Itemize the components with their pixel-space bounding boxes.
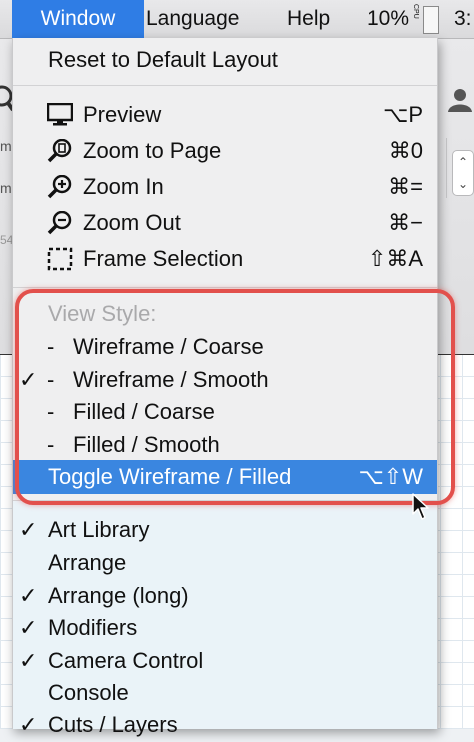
frame-selection-icon <box>47 247 73 271</box>
menu-item-label: Zoom Out <box>83 210 181 235</box>
cpu-label: CPU <box>411 4 419 22</box>
menu-item-art-library[interactable]: ✓ Art Library <box>13 513 437 547</box>
menu-item-frame-selection[interactable]: Frame Selection ⇧⌘A <box>13 242 437 276</box>
menu-item-zoom-in[interactable]: Zoom In ⌘= <box>13 170 437 204</box>
menu-item-label: Filled / Smooth <box>73 432 220 457</box>
menu-item-label: Zoom to Page <box>83 138 222 163</box>
checkmark-icon: ✓ <box>19 367 38 392</box>
menu-item-label: Arrange (long) <box>48 583 189 608</box>
menu-item-arrange-long[interactable]: ✓ Arrange (long) <box>13 579 437 613</box>
menu-item-zoom-to-page[interactable]: Zoom to Page ⌘0 <box>13 134 437 168</box>
shortcut-label: ⇧⌘A <box>367 246 423 271</box>
dash-marker: - <box>47 334 55 359</box>
menu-item-reset-layout[interactable]: Reset to Default Layout <box>13 43 437 77</box>
shortcut-label: ⌥⇧W <box>358 464 423 489</box>
window-menu-dropdown: Reset to Default Layout Preview ⌥P Zoom … <box>12 38 438 737</box>
checkmark-icon: ✓ <box>19 648 38 673</box>
menu-bar: Window Language Help 10% CPU 3: <box>0 0 474 39</box>
menu-separator <box>13 500 437 501</box>
menu-item-label: Filled / Coarse <box>73 399 215 424</box>
menu-item-label: Wireframe / Coarse <box>73 334 264 359</box>
checkmark-icon: ✓ <box>19 712 38 737</box>
dash-marker: - <box>47 399 55 424</box>
toolbar-divider <box>446 138 447 198</box>
checkmark-icon: ✓ <box>19 583 38 608</box>
zoom-page-icon <box>47 139 72 163</box>
menu-item-console[interactable]: Console <box>13 676 437 710</box>
menu-item-filled-smooth[interactable]: - Filled / Smooth <box>13 428 437 462</box>
menu-item-label: Camera Control <box>48 648 204 673</box>
menu-item-label: Toggle Wireframe / Filled <box>48 464 292 489</box>
dash-marker: - <box>47 432 55 457</box>
shortcut-label: ⌘= <box>388 174 423 199</box>
menu-language[interactable]: Language <box>146 0 239 38</box>
section-header-label: View Style: <box>48 301 157 326</box>
menu-item-filled-coarse[interactable]: - Filled / Coarse <box>13 395 437 429</box>
menu-item-modifiers[interactable]: ✓ Modifiers <box>13 611 437 645</box>
menu-item-wireframe-smooth[interactable]: ✓ - Wireframe / Smooth <box>13 363 437 397</box>
menu-item-label: Frame Selection <box>83 246 244 271</box>
cpu-percent: 10% <box>367 7 410 30</box>
menu-item-zoom-out[interactable]: Zoom Out ⌘− <box>13 206 437 240</box>
menu-item-label: Modifiers <box>48 615 138 640</box>
truncated-label: m <box>0 138 12 154</box>
view-style-header: View Style: <box>13 297 437 331</box>
checkmark-icon: ✓ <box>19 615 38 640</box>
zoom-in-icon <box>47 175 72 199</box>
menu-item-wireframe-coarse[interactable]: - Wireframe / Coarse <box>13 330 437 364</box>
mouse-cursor-icon <box>412 493 429 520</box>
user-icon <box>448 89 472 112</box>
dash-marker: - <box>47 367 55 392</box>
zoom-out-icon <box>47 211 72 235</box>
menu-item-label: Arrange <box>48 550 127 575</box>
truncated-label: m <box>0 180 12 196</box>
shortcut-label: ⌥P <box>382 102 423 127</box>
menu-item-label: Wireframe / Smooth <box>73 367 269 392</box>
menu-item-label: Cuts / Layers <box>48 712 178 737</box>
menu-item-label: Console <box>48 680 129 705</box>
menu-item-camera-control[interactable]: ✓ Camera Control <box>13 644 437 678</box>
menu-bar-clock: 3: <box>454 7 472 30</box>
menu-item-preview[interactable]: Preview ⌥P <box>13 98 437 132</box>
menu-item-cuts-layers[interactable]: ✓ Cuts / Layers <box>13 708 437 742</box>
menu-item-toggle-wireframe-filled[interactable]: Toggle Wireframe / Filled ⌥⇧W <box>13 460 437 494</box>
menu-item-label: Preview <box>83 102 162 127</box>
monitor-icon <box>47 103 73 126</box>
shortcut-label: ⌘− <box>388 210 423 235</box>
menu-separator <box>13 287 437 288</box>
menu-separator <box>13 85 437 86</box>
value-stepper[interactable]: ⌃ ⌄ <box>452 150 474 196</box>
menu-window[interactable]: Window <box>12 0 144 38</box>
checkmark-icon: ✓ <box>19 517 38 542</box>
menu-help[interactable]: Help <box>287 0 330 38</box>
menu-item-arrange[interactable]: Arrange <box>13 546 437 580</box>
cpu-label-text: CPU <box>412 4 419 19</box>
menu-item-label: Art Library <box>48 517 150 542</box>
shortcut-label: ⌘0 <box>388 138 423 163</box>
menu-item-label: Reset to Default Layout <box>48 47 278 72</box>
menu-item-label: Zoom In <box>83 174 164 199</box>
cpu-meter <box>423 6 439 34</box>
